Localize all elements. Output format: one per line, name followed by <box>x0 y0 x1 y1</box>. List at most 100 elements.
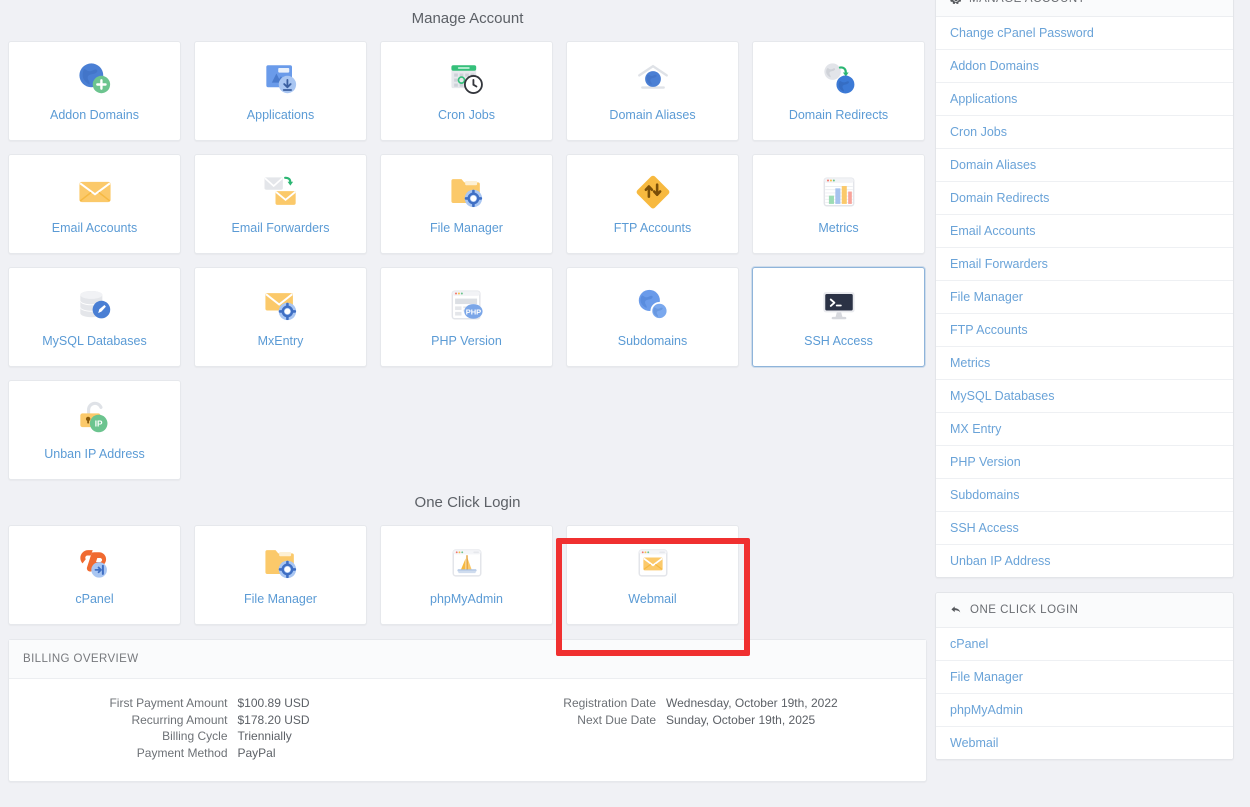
sidebar-item-addon-domains[interactable]: Addon Domains <box>936 50 1233 83</box>
tile-file-manager[interactable]: File Manager <box>380 154 553 254</box>
svg-text:IP: IP <box>94 420 102 429</box>
database-icon <box>67 279 123 331</box>
calendar-clock-icon <box>439 53 495 105</box>
billing-overview-panel: BILLING OVERVIEW First Payment Amount Rec… <box>8 639 927 782</box>
billing-value: Sunday, October 19th, 2025 <box>666 712 816 727</box>
one-click-login-tile-grid: cPanel File Manager phpMyAdmin Webmail <box>8 525 927 625</box>
tile-label: Unban IP Address <box>44 447 145 461</box>
billing-left-labels: First Payment Amount Recurring Amount Bill… <box>9 695 238 761</box>
cpanel-logo-icon <box>67 537 123 589</box>
sidebar-one-click-login-list: cPanel File Manager phpMyAdmin Webmail <box>936 628 1233 759</box>
envelope-gear-icon <box>253 279 309 331</box>
tile-label: Domain Aliases <box>609 108 696 122</box>
tile-label: Webmail <box>628 592 677 606</box>
tile-unban-ip-address[interactable]: IP Unban IP Address <box>8 380 181 480</box>
sidebar-item-domain-redirects[interactable]: Domain Redirects <box>936 182 1233 215</box>
tile-label: SSH Access <box>804 334 873 348</box>
tile-domain-redirects[interactable]: Domain Redirects <box>752 41 925 141</box>
tile-addon-domains[interactable]: Addon Domains <box>8 41 181 141</box>
sidebar-item-cron-jobs[interactable]: Cron Jobs <box>936 116 1233 149</box>
tile-label: phpMyAdmin <box>430 592 503 606</box>
svg-text:PHP: PHP <box>465 307 480 316</box>
sidebar-item-email-forwarders[interactable]: Email Forwarders <box>936 248 1233 281</box>
billing-value: Wednesday, October 19th, 2022 <box>666 696 838 710</box>
tile-label: cPanel <box>75 592 114 606</box>
billing-label: First Payment Amount <box>109 696 228 710</box>
tile-label: File Manager <box>244 592 317 606</box>
billing-label: Payment Method <box>136 745 228 760</box>
globe-house-icon <box>625 53 681 105</box>
tile-cron-jobs[interactable]: Cron Jobs <box>380 41 553 141</box>
tile-metrics[interactable]: Metrics <box>752 154 925 254</box>
padlock-ip-icon: IP <box>67 392 123 444</box>
globe-redirect-icon <box>811 53 867 105</box>
billing-right-values: Wednesday, October 19th, 2022 Sunday, Oct… <box>666 695 926 761</box>
tile-label: Cron Jobs <box>438 108 495 122</box>
tile-ftp-accounts[interactable]: FTP Accounts <box>566 154 739 254</box>
sidebar-one-click-login-panel: ONE CLICK LOGIN cPanel File Manager phpMyA… <box>935 592 1234 760</box>
tile-label: Addon Domains <box>50 108 139 122</box>
sidebar-item-applications[interactable]: Applications <box>936 83 1233 116</box>
sidebar-item-mysql-databases[interactable]: MySQL Databases <box>936 380 1233 413</box>
sidebar-one-click-login-title: ONE CLICK LOGIN <box>970 604 1079 616</box>
sidebar-item-unban-ip-address[interactable]: Unban IP Address <box>936 545 1233 577</box>
webmail-window-icon <box>625 537 681 589</box>
sidebar-item-email-accounts[interactable]: Email Accounts <box>936 215 1233 248</box>
sidebar-item-webmail[interactable]: Webmail <box>936 727 1233 759</box>
manage-account-heading: Manage Account <box>411 10 524 27</box>
billing-left-column: First Payment Amount Recurring Amount Bill… <box>9 695 468 761</box>
back-arrow-icon <box>950 604 963 616</box>
sidebar-manage-account-header: MANAGE ACCOUNT <box>936 0 1233 17</box>
sidebar-item-file-manager[interactable]: File Manager <box>936 661 1233 694</box>
billing-right-column: Registration Date Next Due Date Wednesday… <box>468 695 927 761</box>
tile-applications[interactable]: Applications <box>194 41 367 141</box>
subdomain-globes-icon <box>625 279 681 331</box>
tile-label: Metrics <box>818 221 859 235</box>
billing-label: Recurring Amount <box>131 712 228 727</box>
tile-email-forwarders[interactable]: Email Forwarders <box>194 154 367 254</box>
sidebar-item-mx-entry[interactable]: MX Entry <box>936 413 1233 446</box>
tile-file-manager[interactable]: File Manager <box>194 525 367 625</box>
tile-phpmyadmin[interactable]: phpMyAdmin <box>380 525 553 625</box>
tile-email-accounts[interactable]: Email Accounts <box>8 154 181 254</box>
tile-webmail[interactable]: Webmail <box>566 525 739 625</box>
folder-gear-icon <box>253 537 309 589</box>
billing-left-values: $100.89 USD $178.20 USD Triennially PayPal <box>238 695 468 761</box>
billing-right-labels: Registration Date Next Due Date <box>468 695 667 761</box>
tile-label: MySQL Databases <box>42 334 147 348</box>
tile-label: MxEntry <box>257 334 304 348</box>
tile-mysql-databases[interactable]: MySQL Databases <box>8 267 181 367</box>
billing-overview-header: BILLING OVERVIEW <box>9 640 926 679</box>
bar-chart-window-icon <box>811 166 867 218</box>
gear-icon <box>950 0 962 5</box>
sidebar-item-ssh-access[interactable]: SSH Access <box>936 512 1233 545</box>
sidebar-manage-account-panel: MANAGE ACCOUNT Change cPanel PasswordAdd… <box>935 0 1234 578</box>
sidebar-item-metrics[interactable]: Metrics <box>936 347 1233 380</box>
one-click-login-heading: One Click Login <box>414 494 521 511</box>
folder-gear-icon <box>439 166 495 218</box>
tile-label: Domain Redirects <box>788 108 889 122</box>
envelope-icon <box>67 166 123 218</box>
sidebar-item-cpanel[interactable]: cPanel <box>936 628 1233 661</box>
php-window-icon: PHP <box>439 279 495 331</box>
sidebar-item-change-cpanel-password[interactable]: Change cPanel Password <box>936 17 1233 50</box>
main-content: Manage Account Addon Domains Application… <box>0 0 935 807</box>
sidebar-manage-account-title: MANAGE ACCOUNT <box>969 0 1085 5</box>
sidebar-item-ftp-accounts[interactable]: FTP Accounts <box>936 314 1233 347</box>
sidebar-item-phpmyadmin[interactable]: phpMyAdmin <box>936 694 1233 727</box>
tile-ssh-access[interactable]: SSH Access <box>752 267 925 367</box>
sidebar-item-file-manager[interactable]: File Manager <box>936 281 1233 314</box>
tile-label: Email Forwarders <box>231 221 330 235</box>
sidebar-item-php-version[interactable]: PHP Version <box>936 446 1233 479</box>
sidebar-manage-account-list: Change cPanel Password Addon Domains Appli… <box>936 17 1233 577</box>
terminal-monitor-icon <box>811 279 867 331</box>
sidebar-item-subdomains[interactable]: Subdomains <box>936 479 1233 512</box>
phpmyadmin-window-icon <box>439 537 495 589</box>
tile-domain-aliases[interactable]: Domain Aliases <box>566 41 739 141</box>
tile-cpanel[interactable]: cPanel <box>8 525 181 625</box>
billing-value: $100.89 USD <box>237 696 310 710</box>
tile-mxentry[interactable]: MxEntry <box>194 267 367 367</box>
tile-subdomains[interactable]: Subdomains <box>566 267 739 367</box>
sidebar-item-domain-aliases[interactable]: Domain Aliases <box>936 149 1233 182</box>
tile-php-version[interactable]: PHP PHP Version <box>380 267 553 367</box>
